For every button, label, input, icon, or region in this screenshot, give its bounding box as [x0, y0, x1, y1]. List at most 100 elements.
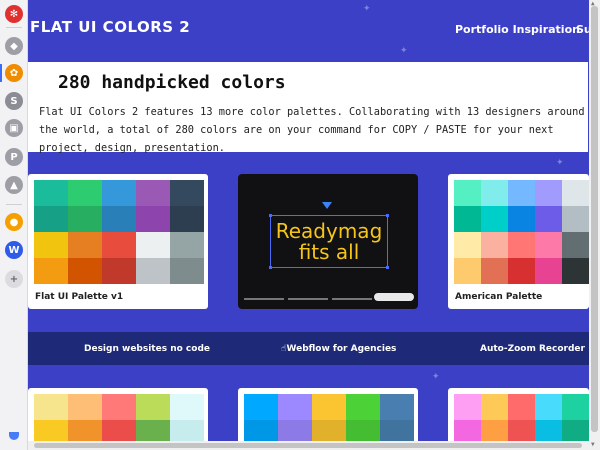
color-swatch[interactable] — [278, 394, 312, 420]
color-swatch[interactable] — [102, 394, 136, 420]
ad-selection-frame: Readymag fits all — [269, 214, 389, 269]
resize-handle-icon — [386, 266, 389, 269]
banner-link-webflow-agencies[interactable]: ☝Webflow for Agencies — [281, 344, 396, 354]
horizontal-scrollbar[interactable] — [28, 441, 589, 450]
palette-card-american[interactable]: American Palette — [448, 174, 589, 309]
color-swatch[interactable] — [136, 258, 170, 284]
color-swatch[interactable] — [34, 258, 68, 284]
ad-headline-line2: fits all — [298, 240, 360, 264]
sparkle-icon: ✦ — [400, 46, 408, 56]
palette-swatches — [244, 394, 414, 446]
color-swatch[interactable] — [170, 232, 204, 258]
color-swatch[interactable] — [454, 206, 481, 232]
sidebar-divider — [6, 204, 22, 205]
color-swatch[interactable] — [508, 180, 535, 206]
ext-coin-icon[interactable]: ● — [5, 213, 23, 231]
color-swatch[interactable] — [535, 258, 562, 284]
color-swatch[interactable] — [346, 394, 380, 420]
color-swatch[interactable] — [562, 180, 589, 206]
sparkle-icon: ✦ — [432, 372, 440, 382]
palette-swatches — [454, 394, 589, 446]
color-swatch[interactable] — [481, 232, 508, 258]
ext-ps-icon[interactable]: P — [5, 148, 23, 166]
ext-new-icon[interactable]: ✻ — [5, 5, 23, 23]
color-swatch[interactable] — [481, 258, 508, 284]
color-swatch[interactable] — [508, 232, 535, 258]
color-swatch[interactable] — [508, 258, 535, 284]
color-swatch[interactable] — [562, 394, 589, 420]
sponsor-banner: Design websites no code ☝Webflow for Age… — [28, 332, 589, 365]
color-swatch[interactable] — [535, 180, 562, 206]
color-swatch[interactable] — [136, 180, 170, 206]
color-swatch[interactable] — [170, 258, 204, 284]
nav-link-portfolio-inspiration[interactable]: Portfolio Inspiration — [455, 23, 580, 36]
color-swatch[interactable] — [481, 206, 508, 232]
scroll-down-icon[interactable]: ▼ — [591, 441, 595, 448]
palette-name: American Palette — [455, 292, 543, 302]
color-swatch[interactable] — [68, 180, 102, 206]
color-swatch[interactable] — [170, 206, 204, 232]
color-swatch[interactable] — [34, 394, 68, 420]
intro-description: Flat UI Colors 2 features 13 more color … — [39, 106, 585, 154]
scrollbar-thumb[interactable] — [34, 443, 582, 448]
readymag-ad[interactable]: Readymag fits all — [238, 174, 418, 309]
color-swatch[interactable] — [68, 394, 102, 420]
cursor-pointer-icon — [322, 202, 332, 209]
sidebar-divider — [6, 27, 22, 28]
color-swatch[interactable] — [508, 206, 535, 232]
ext-s-icon[interactable]: S — [5, 92, 23, 110]
color-swatch[interactable] — [68, 232, 102, 258]
color-swatch[interactable] — [312, 394, 346, 420]
ext-photos-icon[interactable]: ✿ — [5, 64, 23, 82]
ext-mountain-icon[interactable]: ▲ — [5, 176, 23, 194]
color-swatch[interactable] — [380, 394, 414, 420]
color-swatch[interactable] — [535, 232, 562, 258]
color-swatch[interactable] — [244, 394, 278, 420]
color-swatch[interactable] — [481, 394, 508, 420]
color-swatch[interactable] — [136, 394, 170, 420]
palette-swatches — [34, 180, 204, 284]
intro-panel: 280 handpicked colors Flat UI Colors 2 f… — [28, 62, 588, 154]
scrollbar-thumb[interactable] — [591, 6, 598, 432]
ext-add-icon[interactable]: + — [5, 270, 23, 288]
color-swatch[interactable] — [102, 180, 136, 206]
color-swatch[interactable] — [562, 232, 589, 258]
ad-pill — [374, 293, 414, 301]
color-swatch[interactable] — [535, 206, 562, 232]
browser-sidebar: ✻ ◆ ✿ S ▣ P ▲ ● W + — [0, 0, 28, 450]
color-swatch[interactable] — [136, 232, 170, 258]
color-swatch[interactable] — [102, 232, 136, 258]
resize-handle-icon — [386, 214, 389, 217]
color-swatch[interactable] — [170, 394, 204, 420]
color-swatch[interactable] — [562, 258, 589, 284]
color-swatch[interactable] — [454, 232, 481, 258]
color-swatch[interactable] — [136, 206, 170, 232]
color-swatch[interactable] — [454, 394, 481, 420]
color-swatch[interactable] — [68, 258, 102, 284]
ext-shield-icon[interactable]: ◆ — [5, 37, 23, 55]
banner-link-design-websites[interactable]: Design websites no code — [84, 344, 210, 354]
color-swatch[interactable] — [535, 394, 562, 420]
sparkle-icon: ✦ — [556, 158, 564, 168]
palette-card-flat-ui-v1[interactable]: Flat UI Palette v1 — [28, 174, 208, 309]
vertical-scrollbar[interactable]: ▲ ▼ — [589, 0, 600, 450]
ext-chat-icon[interactable]: ▣ — [5, 119, 23, 137]
color-swatch[interactable] — [102, 206, 136, 232]
color-swatch[interactable] — [68, 206, 102, 232]
ext-webflow-icon[interactable]: W — [5, 241, 23, 259]
color-swatch[interactable] — [481, 180, 508, 206]
palette-swatches — [34, 394, 204, 446]
brand-logo[interactable]: FLAT UI COLORS 2 — [30, 18, 190, 36]
color-swatch[interactable] — [170, 180, 204, 206]
ad-progress-bars — [244, 298, 372, 300]
banner-link-auto-zoom[interactable]: Auto-Zoom Recorder — [480, 344, 585, 354]
color-swatch[interactable] — [454, 258, 481, 284]
color-swatch[interactable] — [34, 180, 68, 206]
color-swatch[interactable] — [562, 206, 589, 232]
shield-status-icon[interactable] — [9, 432, 19, 440]
color-swatch[interactable] — [34, 206, 68, 232]
color-swatch[interactable] — [454, 180, 481, 206]
color-swatch[interactable] — [102, 258, 136, 284]
color-swatch[interactable] — [34, 232, 68, 258]
color-swatch[interactable] — [508, 394, 535, 420]
